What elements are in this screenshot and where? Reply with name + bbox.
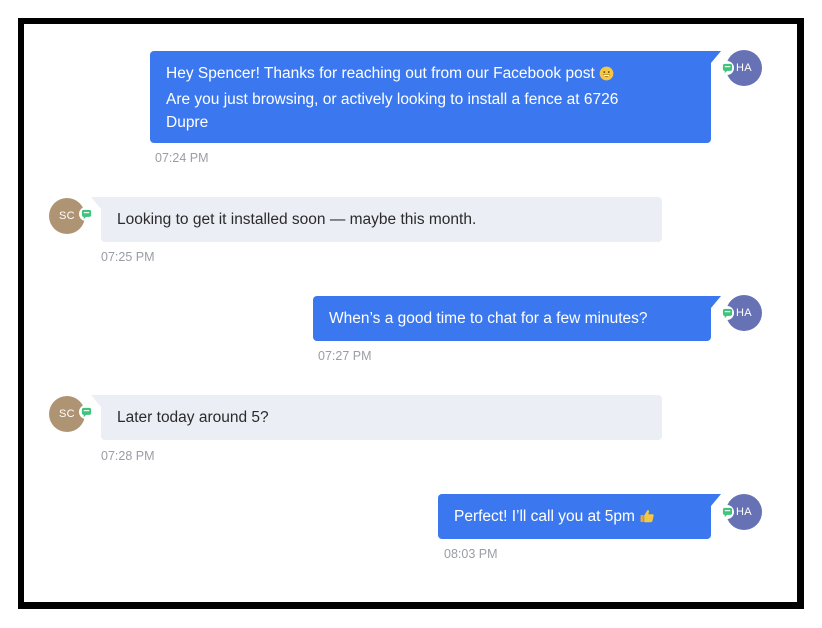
avatar-initials: SC	[59, 210, 75, 222]
message-bubble-outgoing: Hey Spencer! Thanks for reaching out fro…	[150, 51, 721, 143]
sms-chat-icon	[79, 405, 93, 419]
thumbs-up-icon	[639, 508, 655, 531]
message-timestamp: 08:03 PM	[444, 547, 498, 561]
message-text-line: Are you just browsing, or actively looki…	[166, 91, 619, 108]
grinning-face-icon	[599, 65, 614, 88]
message-timestamp: 07:27 PM	[318, 349, 372, 363]
message-text: When’s a good time to chat for a few min…	[329, 310, 648, 327]
message-text-line: Dupre	[166, 114, 209, 131]
message-text: Perfect! I’ll call you at 5pm	[454, 508, 635, 525]
sms-chat-icon	[720, 61, 734, 75]
screenshot-frame: Hey Spencer! Thanks for reaching out fro…	[18, 18, 804, 609]
message-text: Later today around 5?	[117, 409, 269, 426]
message-timestamp: 07:24 PM	[155, 151, 209, 165]
message-bubble-incoming: Later today around 5?	[91, 395, 662, 440]
avatar-initials: HA	[736, 307, 752, 319]
message-text-line: Hey Spencer! Thanks for reaching out fro…	[166, 65, 595, 82]
sms-chat-icon	[720, 505, 734, 519]
message-bubble-incoming: Looking to get it installed soon — maybe…	[91, 197, 662, 242]
avatar-initials: HA	[736, 506, 752, 518]
message-bubble-outgoing: Perfect! I’ll call you at 5pm	[438, 494, 721, 539]
avatar-initials: SC	[59, 408, 75, 420]
sms-chat-icon	[79, 207, 93, 221]
message-bubble-outgoing: When’s a good time to chat for a few min…	[313, 296, 721, 341]
message-timestamp: 07:28 PM	[101, 449, 155, 463]
message-timestamp: 07:25 PM	[101, 250, 155, 264]
message-text: Looking to get it installed soon — maybe…	[117, 211, 477, 228]
sms-chat-icon	[720, 306, 734, 320]
conversation-thread: Hey Spencer! Thanks for reaching out fro…	[24, 24, 797, 602]
avatar-initials: HA	[736, 62, 752, 74]
